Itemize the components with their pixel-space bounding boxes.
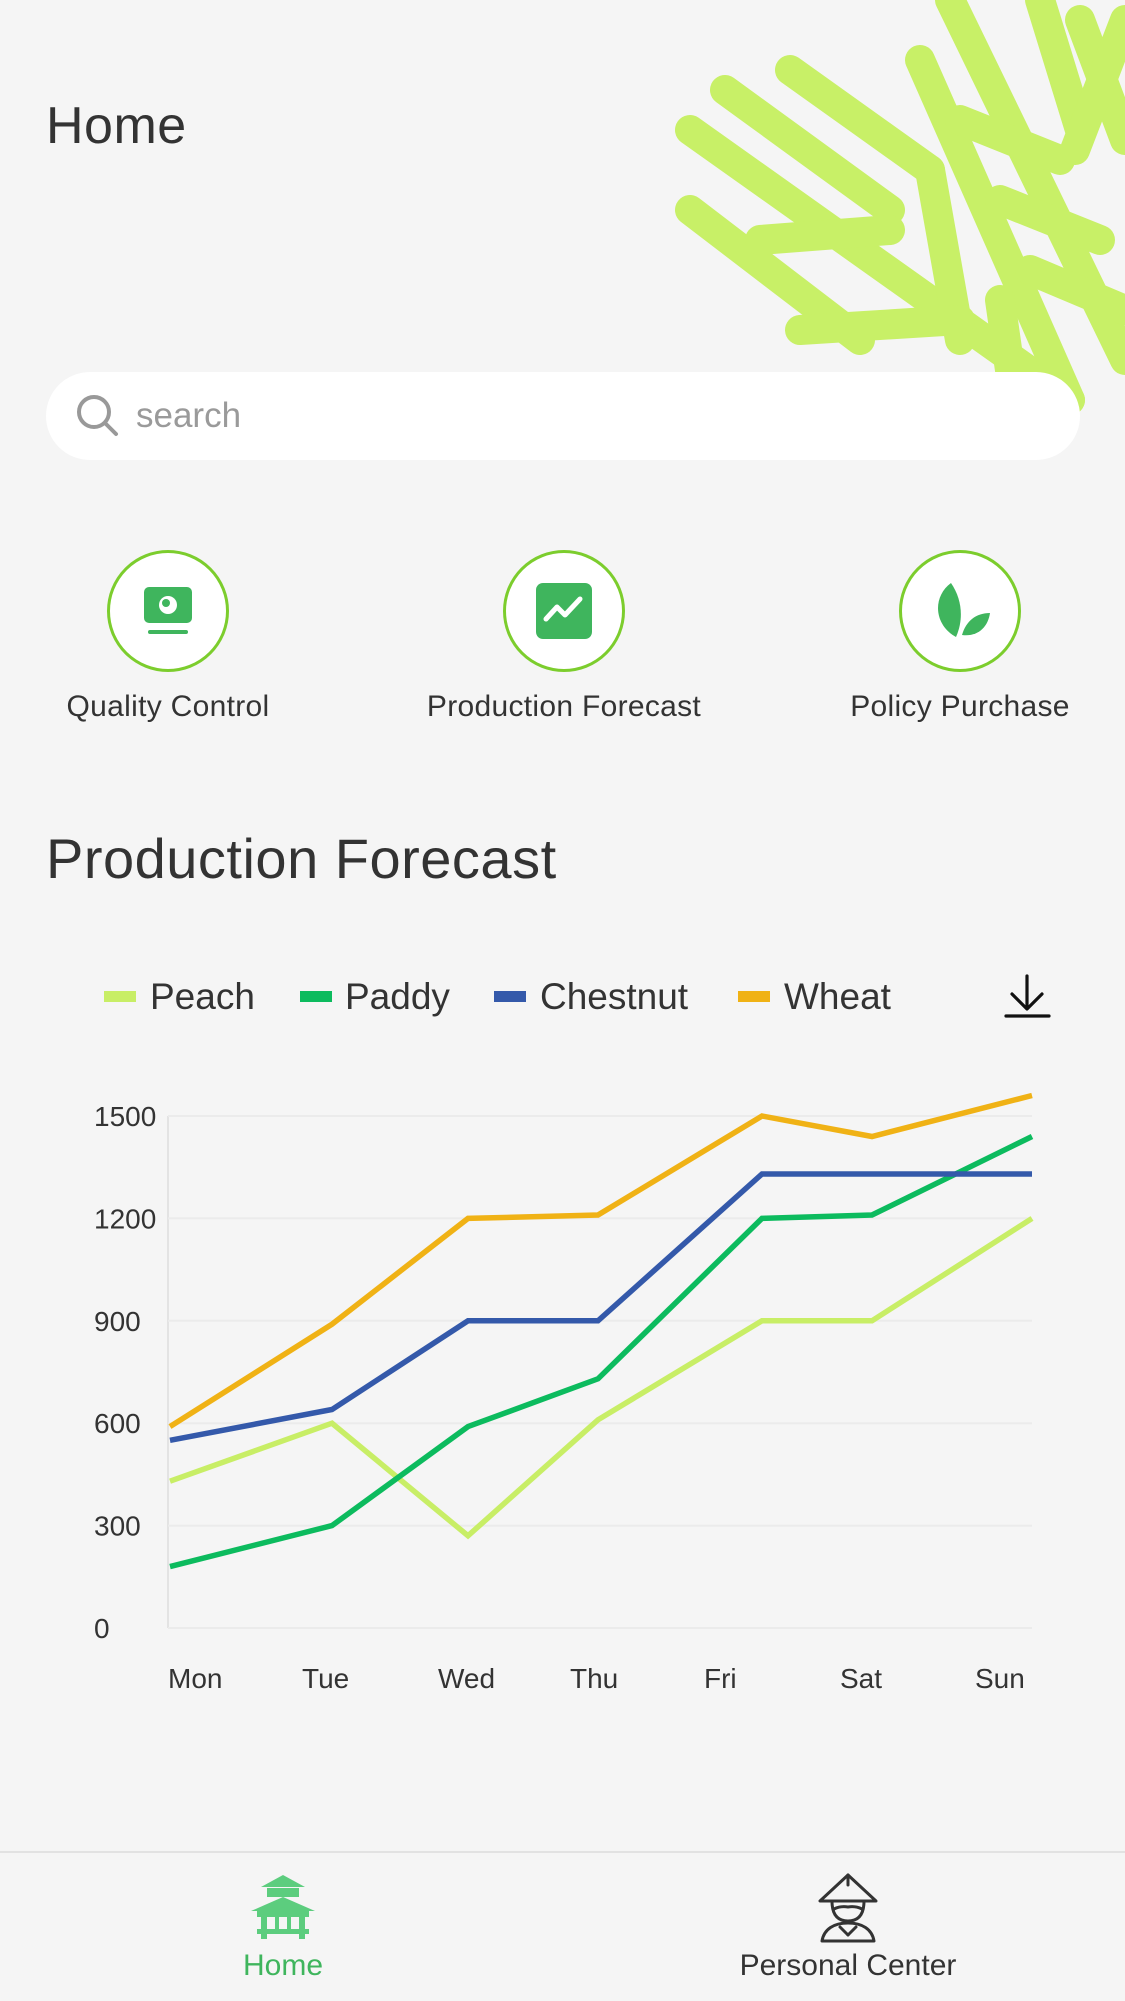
x-tick-label: Wed — [438, 1663, 495, 1694]
legend-swatch-peach — [104, 991, 136, 1002]
search-icon — [77, 395, 118, 436]
x-tick-label: Fri — [704, 1663, 737, 1694]
legend-label-paddy[interactable]: Paddy — [345, 976, 450, 1017]
farmer-avatar-icon — [818, 1873, 878, 1943]
x-tick-label: Thu — [570, 1663, 618, 1694]
y-tick-label: 900 — [94, 1306, 141, 1337]
x-tick-label: Mon — [168, 1663, 222, 1694]
page-title: Home — [46, 97, 187, 155]
production-forecast-label: Production Forecast — [426, 690, 702, 723]
legend-label-peach[interactable]: Peach — [150, 976, 255, 1017]
quality-control-icon-circle — [107, 550, 229, 672]
monitor-icon — [144, 587, 192, 634]
policy-purchase-icon-circle — [899, 550, 1021, 672]
x-tick-label: Sat — [840, 1663, 882, 1694]
y-tick-label: 300 — [94, 1511, 141, 1542]
x-tick-label: Tue — [302, 1663, 349, 1694]
policy-purchase-label: Policy Purchase — [850, 690, 1070, 723]
quality-control-button[interactable]: Quality Control — [18, 550, 318, 730]
trend-chart-icon — [536, 583, 592, 639]
x-axis-ticks: Mon Tue Wed Thu Fri Sat Sun — [168, 1663, 1025, 1694]
legend-label-wheat[interactable]: Wheat — [784, 976, 892, 1017]
y-tick-label: 1500 — [94, 1101, 156, 1132]
y-tick-label: 600 — [94, 1408, 141, 1439]
policy-purchase-button[interactable]: Policy Purchase — [810, 550, 1110, 730]
tab-home-label: Home — [242, 1949, 324, 1982]
search-input[interactable] — [136, 396, 1016, 436]
tab-personal-center-label: Personal Center — [739, 1949, 957, 1982]
legend-swatch-chestnut — [494, 991, 526, 1002]
y-axis-ticks: 0 300 600 900 1200 1500 — [94, 1101, 156, 1644]
pagoda-icon — [251, 1875, 315, 1939]
tab-personal-center[interactable]: Personal Center — [700, 1871, 996, 1983]
bottom-tab-bar: Home Personal Center — [0, 1851, 1125, 2001]
leaf-icon — [938, 583, 990, 637]
chart-lines — [168, 1092, 1034, 1570]
legend-label-chestnut[interactable]: Chestnut — [540, 976, 689, 1017]
chart-grid — [167, 1115, 1032, 1629]
legend-swatch-paddy — [300, 991, 332, 1002]
x-tick-label: Sun — [975, 1663, 1025, 1694]
quality-control-label: Quality Control — [66, 690, 270, 723]
production-forecast-button[interactable]: Production Forecast — [414, 550, 714, 730]
production-forecast-chart: Peach Paddy Chestnut Wheat 0 300 600 900 1200 15… — [94, 968, 1056, 1694]
y-tick-label: 1200 — [94, 1203, 156, 1234]
chart-legend: Peach Paddy Chestnut Wheat — [104, 976, 892, 1017]
series-line-paddy — [169, 1134, 1034, 1570]
legend-swatch-wheat — [738, 991, 770, 1002]
search-bar[interactable] — [46, 372, 1080, 460]
download-button[interactable] — [996, 968, 1056, 1028]
tab-home[interactable]: Home — [200, 1871, 366, 1983]
production-forecast-icon-circle — [503, 550, 625, 672]
section-title: Production Forecast — [46, 827, 557, 890]
wheat-decoration — [675, 0, 1125, 415]
home-page: Home Quality Control Production Forecast — [0, 0, 1125, 2001]
y-tick-label: 0 — [94, 1613, 110, 1644]
